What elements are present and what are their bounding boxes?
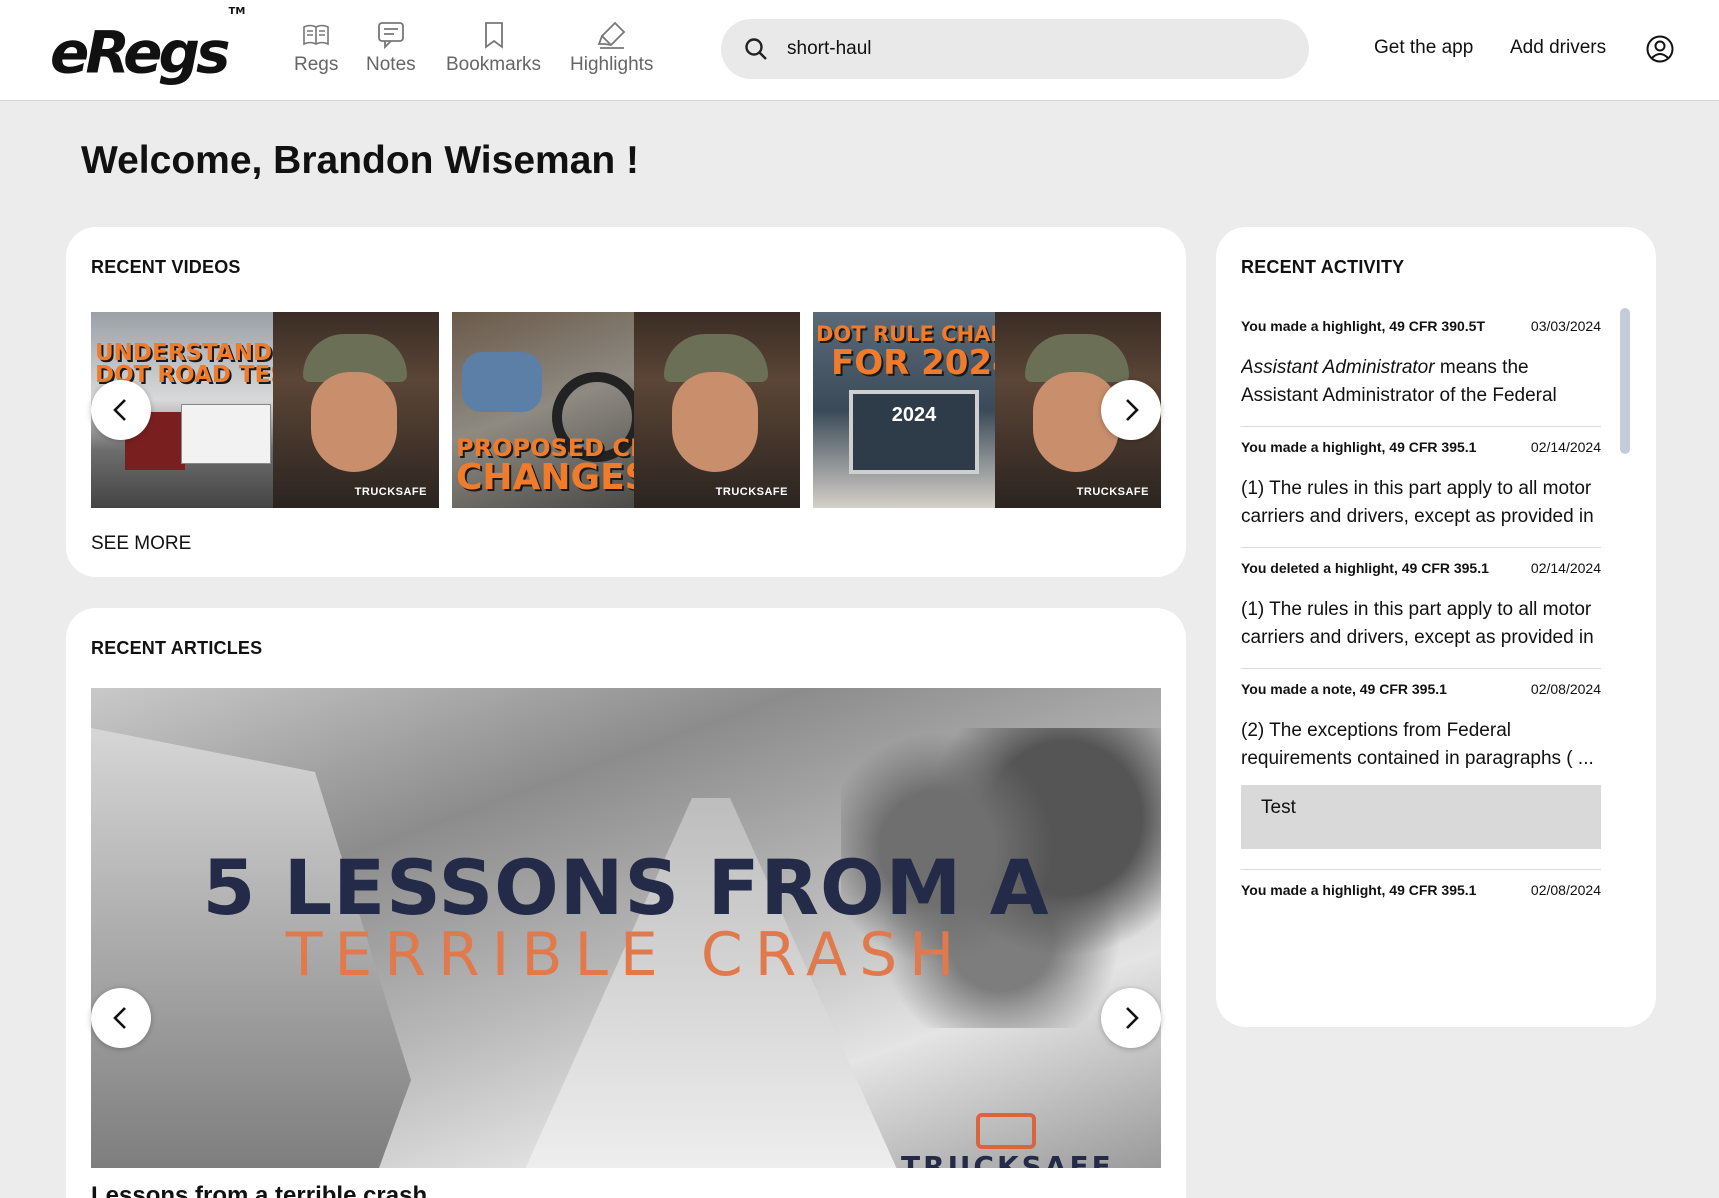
activity-text: Assistant Administrator means the Assist…: [1241, 357, 1557, 406]
activity-date: 02/14/2024: [1530, 439, 1601, 455]
host-portrait: TRUCKSAFE: [634, 312, 800, 508]
nav-notes-label: Notes: [366, 54, 416, 75]
top-navigation-bar: eRegsTM Regs Notes Bookmarks Highlights …: [0, 0, 1719, 101]
recent-videos-title: RECENT VIDEOS: [91, 257, 241, 277]
note-icon: [377, 22, 404, 50]
activity-date: 02/08/2024: [1530, 882, 1601, 898]
laptop-screen: 2024: [849, 390, 979, 474]
see-more-link[interactable]: SEE MORE: [91, 533, 191, 555]
video-title-line2: FOR 2024: [831, 343, 1016, 383]
highlighter-icon: [597, 21, 625, 49]
recent-activity-title: RECENT ACTIVITY: [1241, 257, 1405, 277]
activity-text: (2) The exceptions from Federal requirem…: [1241, 720, 1594, 769]
nav-highlights[interactable]: Highlights: [570, 20, 653, 76]
driver-image: [462, 352, 542, 412]
activity-list[interactable]: You made a highlight, 49 CFR 390.5T 03/03…: [1241, 306, 1601, 1026]
activity-text: (1) The rules in this part apply to all …: [1241, 599, 1594, 648]
activity-date: 02/14/2024: [1530, 560, 1601, 576]
activity-action: You made a highlight, 49 CFR 395.1: [1241, 882, 1477, 898]
nav-bookmarks-label: Bookmarks: [446, 54, 542, 75]
articles-prev-button[interactable]: [91, 988, 151, 1048]
welcome-heading: Welcome, Brandon Wiseman !: [81, 139, 640, 182]
article-image[interactable]: 5 LESSONS FROM A TERRIBLE CRASH TRUCKSAF…: [91, 688, 1161, 1168]
video-brand: TRUCKSAFE: [354, 486, 427, 498]
activity-item[interactable]: You made a note, 49 CFR 395.1 02/08/2024 …: [1241, 669, 1601, 870]
article-headline-line1: 5 LESSONS FROM A: [202, 843, 1050, 932]
nav-regs[interactable]: Regs: [294, 20, 338, 76]
nav-highlights-label: Highlights: [570, 54, 654, 75]
activity-action: You made a note, 49 CFR 395.1: [1241, 681, 1447, 697]
search-input[interactable]: [787, 38, 1267, 60]
note-content: Test: [1241, 785, 1601, 849]
activity-item[interactable]: You made a highlight, 49 CFR 395.1 02/08/…: [1241, 870, 1601, 898]
user-circle-icon[interactable]: [1645, 34, 1675, 64]
search-bar[interactable]: [721, 19, 1309, 79]
videos-next-button[interactable]: [1101, 380, 1161, 440]
bookmark-icon: [484, 22, 503, 49]
chevron-left-icon: [113, 1007, 126, 1029]
article-caption[interactable]: Lessons from a terrible crash: [91, 1184, 491, 1198]
host-portrait: TRUCKSAFE: [273, 312, 439, 508]
trucksafe-logo-icon: [976, 1113, 1036, 1149]
videos-prev-button[interactable]: [91, 380, 151, 440]
nav-regs-label: Regs: [294, 54, 339, 75]
activity-action: You made a highlight, 49 CFR 395.1: [1241, 439, 1477, 455]
activity-date: 03/03/2024: [1530, 318, 1601, 334]
activity-text: (1) The rules in this part apply to all …: [1241, 478, 1594, 527]
activity-item[interactable]: You made a highlight, 49 CFR 395.1 02/14/…: [1241, 427, 1601, 548]
get-the-app-link[interactable]: Get the app: [1374, 37, 1473, 59]
add-drivers-link[interactable]: Add drivers: [1510, 37, 1606, 59]
chevron-right-icon: [1126, 1007, 1139, 1029]
article-brand: TRUCKSAFE: [901, 1150, 1114, 1168]
activity-date: 02/08/2024: [1530, 681, 1601, 697]
activity-action: You deleted a highlight, 49 CFR 395.1: [1241, 560, 1489, 576]
activity-action: You made a highlight, 49 CFR 390.5T: [1241, 318, 1486, 334]
video-title-line2: CHANGES: [456, 457, 651, 498]
search-icon: [745, 38, 767, 60]
chevron-left-icon: [113, 399, 126, 421]
eregs-logo[interactable]: eRegsTM: [50, 6, 245, 84]
trailer-image: [181, 404, 271, 464]
activity-scrollbar[interactable]: [1620, 308, 1630, 454]
video-brand: TRUCKSAFE: [1076, 486, 1149, 498]
article-headline-line2: TERRIBLE CRASH: [285, 920, 967, 990]
chevron-right-icon: [1126, 399, 1139, 421]
book-icon: [303, 24, 329, 46]
nav-notes[interactable]: Notes: [366, 20, 416, 76]
video-brand: TRUCKSAFE: [715, 486, 788, 498]
nav-bookmarks[interactable]: Bookmarks: [446, 20, 541, 76]
activity-item[interactable]: You deleted a highlight, 49 CFR 395.1 02/…: [1241, 548, 1601, 669]
articles-next-button[interactable]: [1101, 988, 1161, 1048]
recent-articles-title: RECENT ARTICLES: [91, 638, 263, 658]
activity-item[interactable]: You made a highlight, 49 CFR 390.5T 03/03…: [1241, 306, 1601, 427]
video-thumbnail[interactable]: PROPOSED CDL CHANGES TRUCKSAFE: [452, 312, 800, 508]
